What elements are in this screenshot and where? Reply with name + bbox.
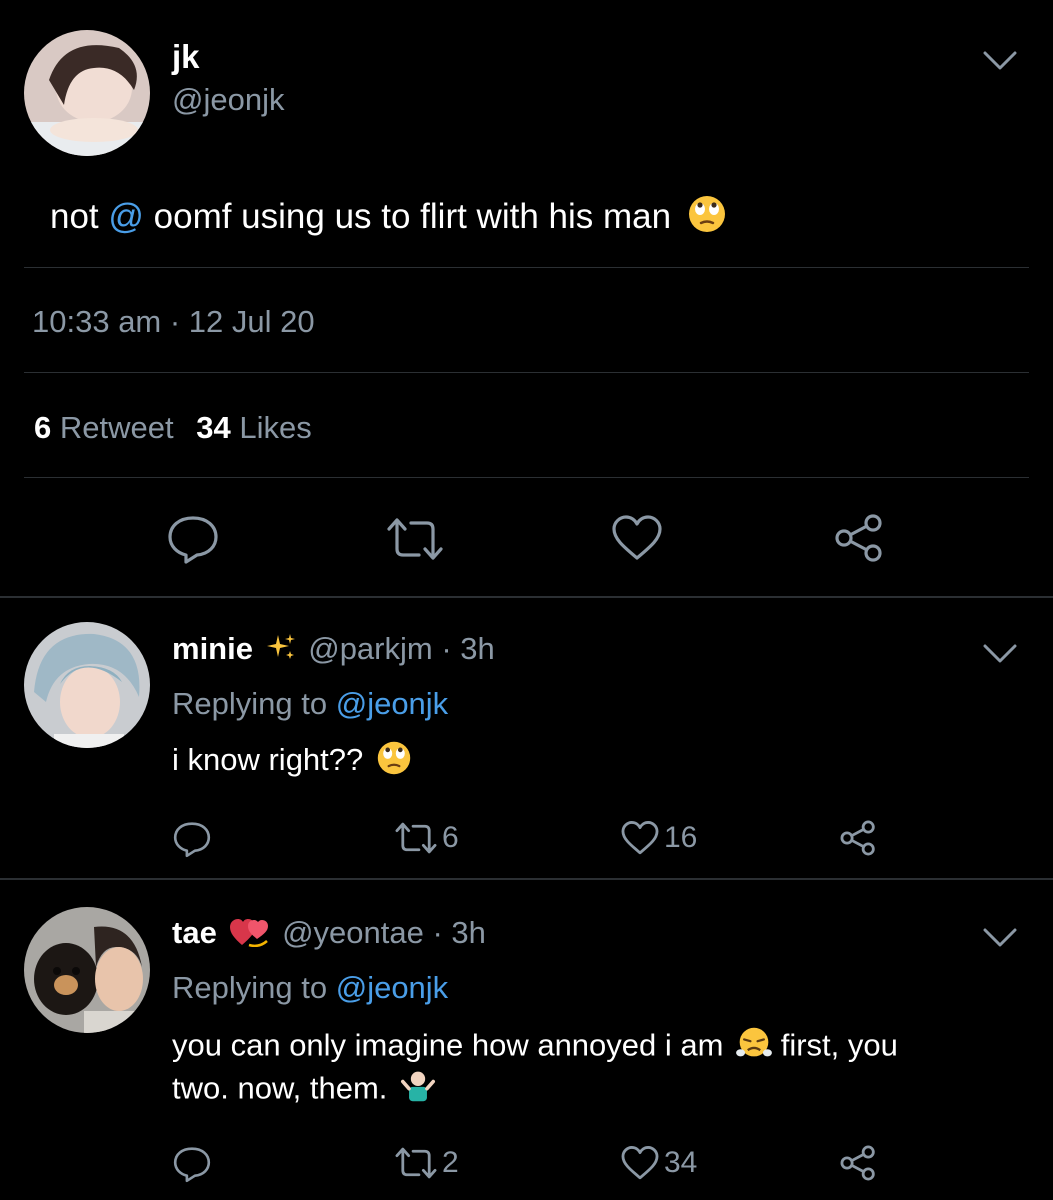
like-count: 16 <box>664 821 698 854</box>
retweet-label: Retweet <box>59 410 174 445</box>
share-button[interactable] <box>838 819 878 857</box>
reply-text: you can only imagine how annoyed i am fi… <box>172 1026 898 1112</box>
retweet-button[interactable]: 6 <box>394 820 459 856</box>
chevron-down-icon[interactable] <box>982 927 1018 954</box>
like-count: 34 <box>664 1146 698 1179</box>
retweet-count: 6 <box>442 821 459 854</box>
heart-exclamation-emoji-icon <box>229 915 269 955</box>
divider <box>24 372 1029 373</box>
shrug-emoji-icon <box>400 1069 436 1112</box>
retweet-icon <box>395 1147 437 1179</box>
like-button[interactable] <box>610 514 664 562</box>
divider <box>24 477 1029 478</box>
steam-face-emoji-icon <box>736 1026 772 1069</box>
handle[interactable]: @yeontae <box>282 915 424 950</box>
share-icon <box>840 820 875 856</box>
reply-button[interactable] <box>172 820 212 858</box>
share-icon <box>835 514 882 562</box>
retweet-icon <box>395 822 437 854</box>
reply-text: i know right?? <box>172 740 412 784</box>
display-name[interactable]: jk <box>172 38 200 76</box>
avatar-jk[interactable] <box>24 30 150 156</box>
replying-label: Replying to <box>172 970 328 1005</box>
share-icon <box>840 1145 875 1181</box>
heart-icon <box>621 1146 659 1180</box>
retweet-button[interactable]: 2 <box>394 1145 459 1181</box>
reply-button[interactable] <box>172 1145 212 1183</box>
like-count: 34 <box>196 410 231 445</box>
like-stat[interactable]: 34 Likes <box>196 410 311 445</box>
replying-to-link[interactable]: @jeonjk <box>336 970 448 1005</box>
replying-to: Replying to @jeonjk <box>172 686 448 722</box>
display-name[interactable]: minie <box>172 631 253 666</box>
reply-header: minie @parkjm · 3h <box>172 631 495 670</box>
handle[interactable]: @jeonjk <box>172 82 284 118</box>
retweet-button[interactable] <box>385 515 445 563</box>
reply-text-content: i know right?? <box>172 742 364 778</box>
replying-to-link[interactable]: @jeonjk <box>336 686 448 721</box>
divider <box>0 878 1053 880</box>
handle[interactable]: @parkjm <box>308 631 432 666</box>
retweet-count: 2 <box>442 1146 459 1179</box>
tweet-text-after: oomf using us to flirt with his man <box>143 196 672 236</box>
eye-roll-emoji-icon <box>687 194 727 243</box>
retweet-icon <box>387 518 443 560</box>
engagement-stats: 6 Retweet 34 Likes <box>34 410 312 446</box>
timestamp[interactable]: 10:33 am · 12 Jul 20 <box>32 304 315 340</box>
share-button[interactable] <box>838 1144 878 1182</box>
avatar-tae[interactable] <box>24 907 150 1033</box>
reply-button[interactable] <box>166 513 220 565</box>
divider <box>0 596 1053 598</box>
tweet-text: not @ oomf using us to flirt with his ma… <box>50 194 727 243</box>
reply-header: tae @yeontae · 3h <box>172 915 486 955</box>
reply-icon <box>173 822 211 858</box>
like-button[interactable]: 16 <box>620 820 697 856</box>
chevron-down-icon[interactable] <box>982 50 1018 77</box>
replying-label: Replying to <box>172 686 328 721</box>
sparkles-emoji-icon <box>266 632 296 670</box>
display-name[interactable]: tae <box>172 915 217 950</box>
heart-icon <box>612 515 662 560</box>
reply-icon <box>168 516 218 564</box>
eye-roll-emoji-icon <box>376 740 412 784</box>
avatar-minie[interactable] <box>24 622 150 748</box>
chevron-down-icon[interactable] <box>982 643 1018 670</box>
tweet-text-before: not <box>50 196 109 236</box>
like-label: Likes <box>239 410 312 445</box>
mention-link[interactable]: @ <box>108 197 144 236</box>
reply-icon <box>173 1147 211 1183</box>
divider <box>24 267 1029 268</box>
reply-text-part3: two. now, them. <box>172 1070 388 1106</box>
reply-age: · 3h <box>441 631 495 666</box>
like-button[interactable]: 34 <box>620 1145 697 1181</box>
reply-text-part1: you can only imagine how annoyed i am <box>172 1027 724 1063</box>
retweet-count: 6 <box>34 410 52 445</box>
heart-icon <box>621 821 659 855</box>
reply-text-line2: two. now, them. <box>172 1069 898 1112</box>
replying-to: Replying to @jeonjk <box>172 970 448 1006</box>
share-button[interactable] <box>832 512 886 564</box>
reply-text-part2: first, you <box>780 1027 898 1063</box>
reply-age: · 3h <box>432 915 486 951</box>
reply-text-line1: you can only imagine how annoyed i am fi… <box>172 1026 898 1069</box>
retweet-stat[interactable]: 6 Retweet <box>34 410 174 445</box>
